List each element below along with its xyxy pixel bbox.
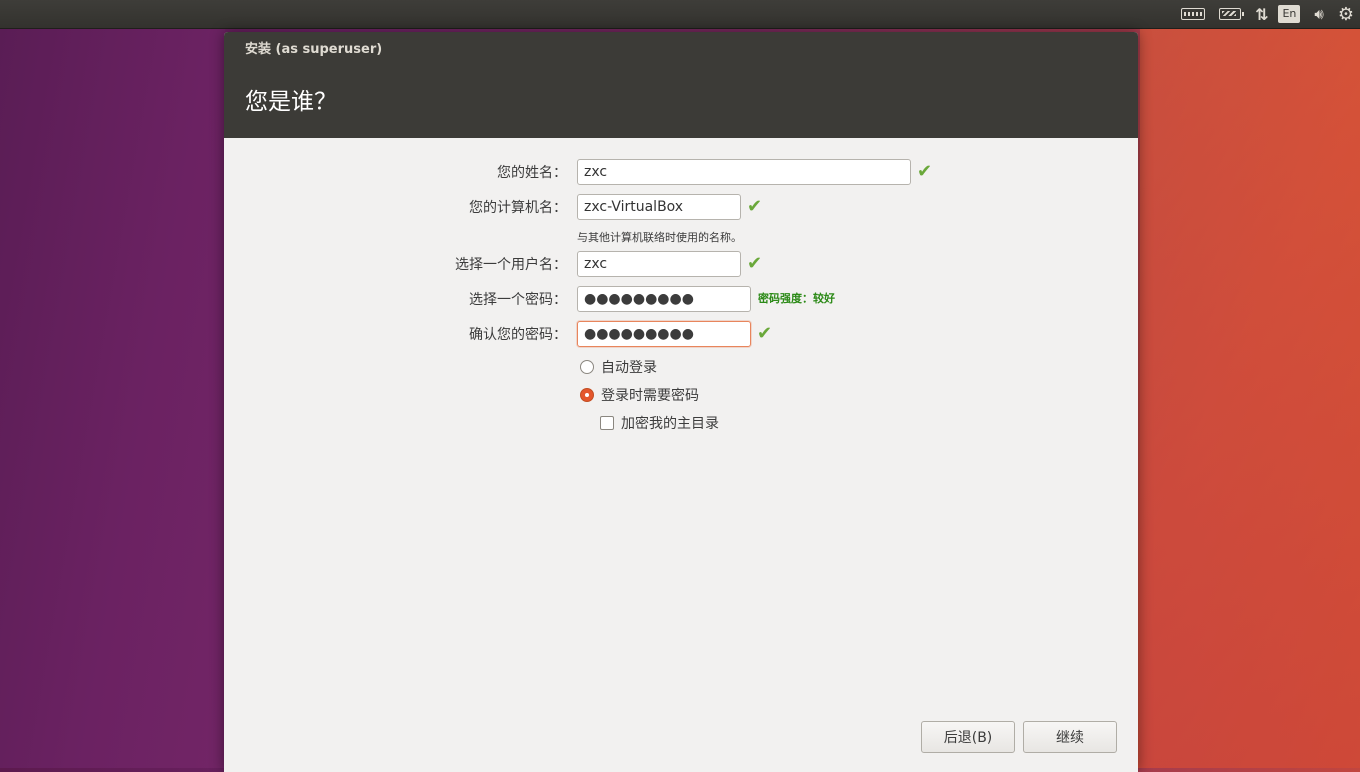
language-indicator[interactable]: En <box>1278 0 1301 28</box>
network-indicator[interactable]: ⇅ <box>1255 0 1269 28</box>
continue-button[interactable]: 继续 <box>1023 721 1117 753</box>
require-password-label[interactable]: 登录时需要密码 <box>601 387 699 405</box>
computer-name-label: 您的计算机名： <box>469 200 567 216</box>
auto-login-label[interactable]: 自动登录 <box>601 359 657 377</box>
wallpaper-right <box>1140 28 1360 768</box>
keyboard-icon <box>1181 8 1206 20</box>
confirm-password-input[interactable]: ●●●●●●●●● <box>577 321 751 347</box>
wallpaper-left <box>0 28 225 768</box>
password-label: 选择一个密码： <box>469 292 567 308</box>
password-input[interactable]: ●●●●●●●●● <box>577 286 751 312</box>
computer-name-input[interactable]: zxc-VirtualBox <box>577 194 741 220</box>
confirm-password-label: 确认您的密码： <box>469 327 567 343</box>
require-password-radio[interactable] <box>580 388 594 402</box>
battery-icon <box>1219 8 1245 20</box>
volume-indicator[interactable]: 🔊︎ <box>1314 0 1323 28</box>
username-input[interactable]: zxc <box>577 251 741 277</box>
installer-window: 安装 (as superuser) 您是谁？ 您的姓名： zxc ✔ 您的计算机… <box>224 32 1138 772</box>
window-title: 安装 (as superuser) <box>245 42 383 57</box>
page-title: 您是谁？ <box>245 89 337 115</box>
password-strength: 密码强度：较好 <box>758 292 835 305</box>
gear-icon: ⚙ <box>1337 3 1354 25</box>
window-header: 安装 (as superuser) 您是谁？ <box>224 32 1138 138</box>
back-button[interactable]: 后退(B) <box>921 721 1015 753</box>
volume-icon: 🔊︎ <box>1314 5 1324 23</box>
username-label: 选择一个用户名： <box>455 257 567 273</box>
top-panel: ⇅ En 🔊︎ ⚙ <box>0 0 1360 29</box>
session-indicator[interactable]: ⚙ <box>1338 0 1354 28</box>
username-valid-check-icon: ✔ <box>747 253 763 274</box>
keyboard-indicator[interactable] <box>1181 0 1206 28</box>
confirm-password-valid-check-icon: ✔ <box>757 323 773 344</box>
encrypt-home-label[interactable]: 加密我的主目录 <box>621 415 719 433</box>
auto-login-radio[interactable] <box>580 360 594 374</box>
battery-indicator[interactable] <box>1219 0 1245 28</box>
who-are-you-form: 您的姓名： zxc ✔ 您的计算机名： zxc-VirtualBox ✔ 与其他… <box>224 138 1138 772</box>
computer-name-hint: 与其他计算机联络时使用的名称。 <box>577 231 742 244</box>
computer-name-valid-check-icon: ✔ <box>747 196 763 217</box>
network-icon: ⇅ <box>1255 4 1269 24</box>
name-valid-check-icon: ✔ <box>917 161 933 182</box>
language-badge: En <box>1278 5 1301 23</box>
encrypt-home-checkbox[interactable] <box>600 416 614 430</box>
name-label: 您的姓名： <box>497 165 567 181</box>
system-tray: ⇅ En 🔊︎ ⚙ <box>1181 0 1354 28</box>
name-input[interactable]: zxc <box>577 159 911 185</box>
